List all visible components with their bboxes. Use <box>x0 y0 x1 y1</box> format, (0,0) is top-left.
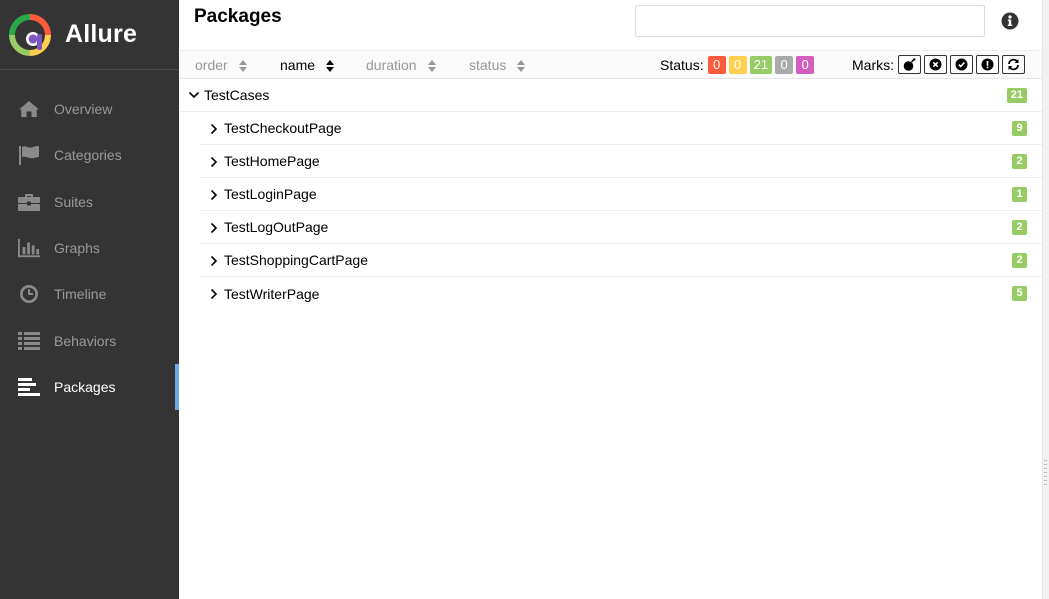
sidebar-item-packages[interactable]: Packages <box>0 363 179 411</box>
new-passed-mark-button[interactable] <box>950 55 973 74</box>
home-icon <box>18 99 40 119</box>
flaky-mark-button[interactable] <box>898 55 921 74</box>
bomb-icon <box>903 58 916 71</box>
exclamation-circle-icon <box>981 58 994 71</box>
tree-item-label: TestShoppingCartPage <box>224 252 368 268</box>
sidebar-item-label: Categories <box>54 147 122 164</box>
briefcase-icon <box>18 192 40 212</box>
refresh-icon <box>1008 58 1019 71</box>
tree-children: TestCheckoutPage 9 TestHomePage 2 TestLo… <box>179 112 1042 310</box>
retries-mark-button[interactable] <box>1002 55 1025 74</box>
grip-icon <box>1044 460 1047 485</box>
allure-logo-icon <box>9 13 51 56</box>
align-left-icon <box>18 377 40 397</box>
sort-name[interactable]: name <box>280 51 335 78</box>
count-badge: 1 <box>1012 186 1027 202</box>
sidebar-item-label: Graphs <box>54 240 100 257</box>
sidebar-item-label: Packages <box>54 378 116 395</box>
sort-icon <box>238 59 247 72</box>
tree-item-label: TestCheckoutPage <box>224 120 342 136</box>
sort-status[interactable]: status <box>469 51 526 78</box>
search-input[interactable] <box>635 5 985 37</box>
sidebar-item-suites[interactable]: Suites <box>0 179 179 225</box>
tree-item-label: TestWriterPage <box>224 285 320 302</box>
status-broken-badge[interactable]: 0 <box>728 55 747 74</box>
list-icon <box>18 331 40 351</box>
new-failed-mark-button[interactable] <box>924 55 947 74</box>
sidebar-item-behaviors[interactable]: Behaviors <box>0 317 179 363</box>
chevron-right-icon <box>210 123 218 135</box>
brand[interactable]: Allure <box>0 0 179 70</box>
sort-label: name <box>280 56 316 73</box>
chevron-right-icon <box>210 255 218 267</box>
chevron-right-icon <box>210 189 218 201</box>
sidebar-item-label: Timeline <box>54 286 107 303</box>
sort-toolbar: order name duration status Status: 0 0 2… <box>179 50 1042 79</box>
clock-icon <box>18 284 40 304</box>
tree-item[interactable]: TestLoginPage 1 <box>199 178 1042 211</box>
sidebar-nav: Overview Categories Suites Graphs Timeli… <box>0 86 179 411</box>
status-skipped-badge[interactable]: 0 <box>775 55 794 74</box>
tree-group-testcases[interactable]: TestCases 21 <box>179 79 1042 112</box>
sidebar-item-timeline[interactable]: Timeline <box>0 271 179 317</box>
count-badge: 21 <box>1006 87 1027 103</box>
sidebar-item-overview[interactable]: Overview <box>0 86 179 132</box>
tree-item[interactable]: TestCheckoutPage 9 <box>199 112 1042 145</box>
sidebar: Allure Overview Categories Suites Graphs <box>0 0 179 599</box>
brand-name: Allure <box>65 20 138 48</box>
count-badge: 9 <box>1012 120 1027 136</box>
sort-icon <box>517 59 526 72</box>
package-tree: TestCases 21 TestCheckoutPage 9 TestHome… <box>179 79 1042 310</box>
chevron-right-icon <box>210 222 218 234</box>
marks-filter: Marks: <box>852 51 1028 78</box>
sort-label: order <box>195 56 228 73</box>
sort-label: duration <box>366 56 417 73</box>
tree-item[interactable]: TestShoppingCartPage 2 <box>199 244 1042 277</box>
tree-item[interactable]: TestWriterPage 5 <box>199 277 1042 310</box>
check-circle-icon <box>955 58 968 71</box>
new-broken-mark-button[interactable] <box>976 55 999 74</box>
sort-duration[interactable]: duration <box>366 51 436 78</box>
chevron-down-icon <box>188 91 200 99</box>
count-badge: 2 <box>1012 153 1027 169</box>
info-icon[interactable] <box>1001 12 1019 30</box>
tree-item-label: TestLoginPage <box>224 186 317 202</box>
tree-item-label: TestHomePage <box>224 153 320 169</box>
bar-chart-icon <box>18 238 40 258</box>
count-badge: 2 <box>1012 252 1027 268</box>
sort-order[interactable]: order <box>195 51 247 78</box>
status-passed-badge[interactable]: 21 <box>749 55 773 74</box>
sidebar-item-categories[interactable]: Categories <box>0 132 179 178</box>
chevron-right-icon <box>210 156 218 168</box>
sidebar-item-label: Suites <box>54 193 93 210</box>
count-badge: 5 <box>1012 286 1027 301</box>
tree-item[interactable]: TestLogOutPage 2 <box>199 211 1042 244</box>
tree-item[interactable]: TestHomePage 2 <box>199 145 1042 178</box>
count-badge: 2 <box>1012 219 1027 235</box>
page-title: Packages <box>194 6 282 27</box>
tree-group-label: TestCases <box>204 87 270 103</box>
chevron-right-icon <box>210 288 218 300</box>
status-unknown-badge[interactable]: 0 <box>796 55 815 74</box>
sort-icon <box>427 59 436 72</box>
status-filter: Status: 0 0 21 0 0 <box>660 51 817 78</box>
times-circle-icon <box>929 58 942 71</box>
status-label: Status: <box>660 56 704 73</box>
page-header: Packages <box>179 0 1042 50</box>
sidebar-item-label: Overview <box>54 101 113 118</box>
marks-label: Marks: <box>852 56 894 73</box>
window-scrollbar[interactable] <box>1042 0 1049 599</box>
status-failed-badge[interactable]: 0 <box>707 55 726 74</box>
main-content: Packages order name duration status Stat… <box>179 0 1042 599</box>
flag-icon <box>18 145 40 166</box>
sort-label: status <box>469 56 507 73</box>
sort-icon <box>326 59 335 72</box>
tree-item-label: TestLogOutPage <box>224 219 329 235</box>
sidebar-item-graphs[interactable]: Graphs <box>0 225 179 271</box>
sidebar-item-label: Behaviors <box>54 332 117 349</box>
